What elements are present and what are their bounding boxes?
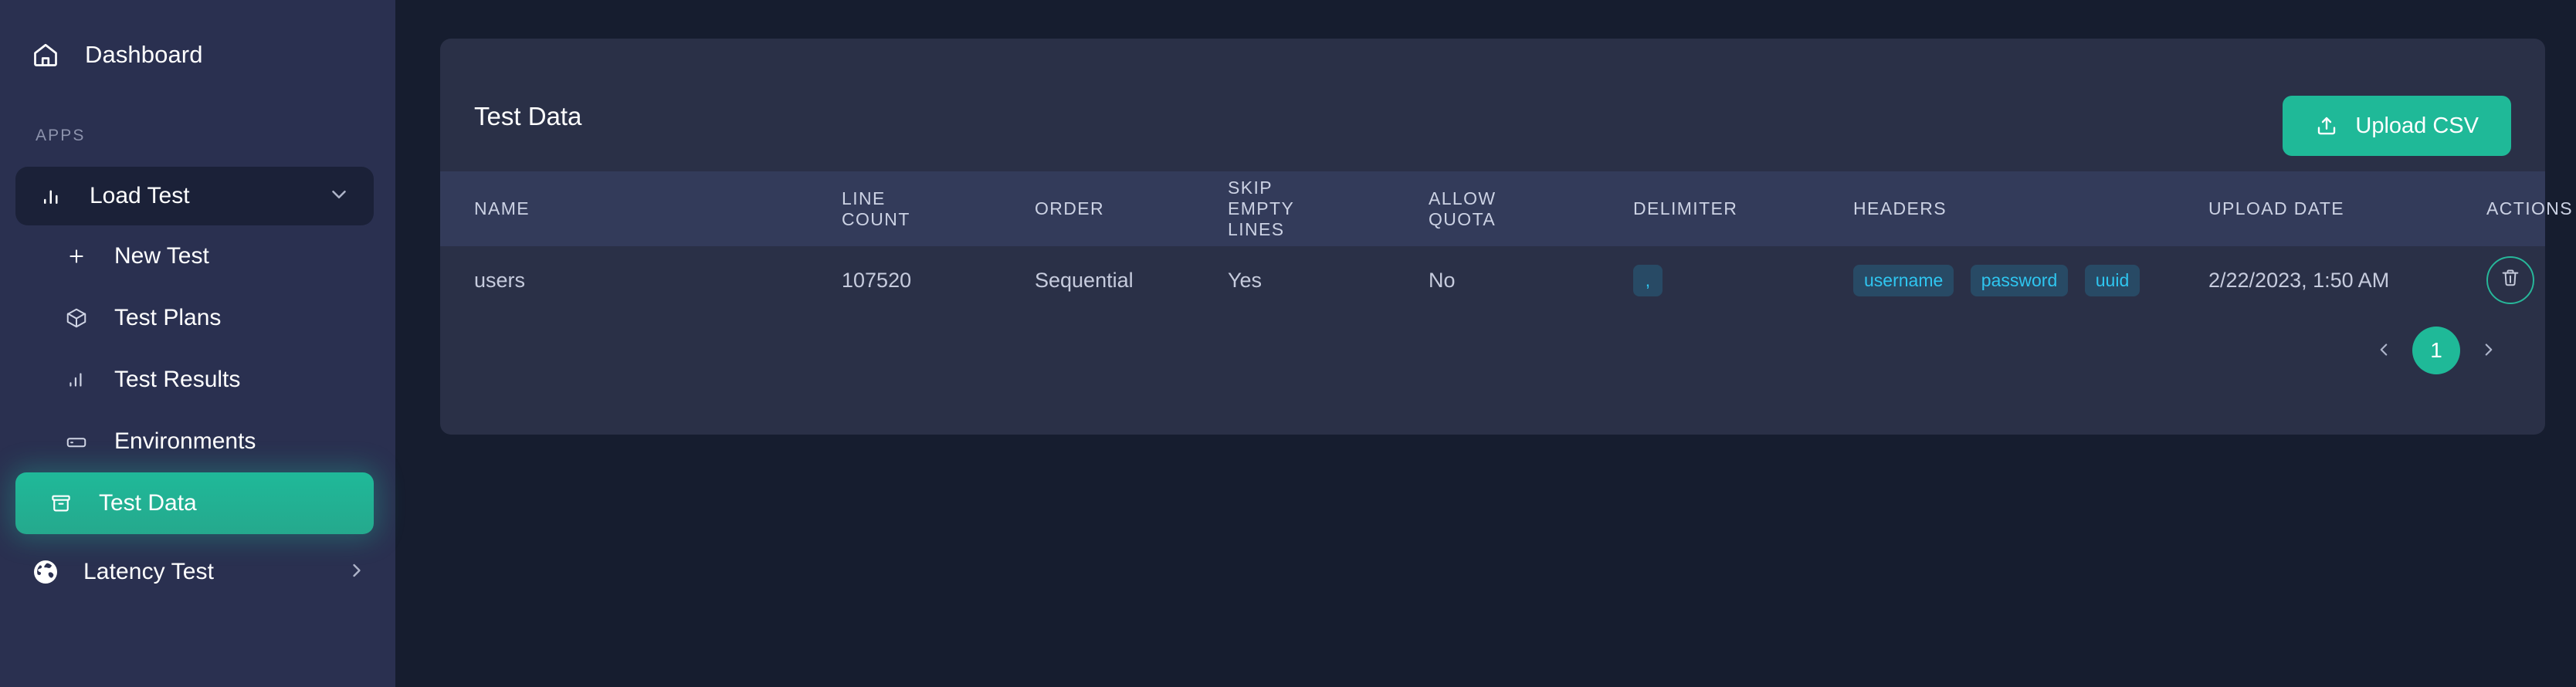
package-icon [63, 305, 90, 331]
cell-skip-empty-lines: Yes [1228, 268, 1263, 292]
cell-upload-date: 2/22/2023, 1:50 AM [2208, 268, 2390, 292]
pagination-page-1-button[interactable]: 1 [2412, 327, 2460, 374]
sidebar-item-label-test-data: Test Data [99, 490, 197, 516]
sidebar-group-label-latency-test: Latency Test [83, 559, 215, 584]
archive-icon [48, 490, 74, 516]
upload-csv-button[interactable]: Upload CSV [2283, 96, 2511, 156]
column-header-order: ORDER [1035, 198, 1105, 219]
header-chip: username [1853, 264, 1954, 296]
globe-icon [31, 557, 60, 587]
page-title: Test Data [474, 102, 582, 130]
sidebar-item-label-new-test: New Test [114, 243, 209, 269]
bar-chart-icon [37, 181, 66, 211]
main-content: Test Data Upload CSV NAME LINE COUNT ORD… [395, 0, 2576, 687]
column-header-allow-quota: ALLOW QUOTA [1429, 188, 1496, 229]
sidebar: Dashboard APPS Load Test New Test Test P… [0, 0, 395, 687]
card-header: Test Data Upload CSV [440, 39, 2545, 171]
sidebar-section-label-apps: APPS [36, 127, 86, 144]
header-chip: uuid [2084, 264, 2140, 296]
column-header-actions: ACTIONS [2486, 198, 2574, 219]
upload-csv-label: Upload CSV [2355, 113, 2479, 138]
sidebar-item-dashboard[interactable]: Dashboard [0, 26, 395, 83]
cell-order: Sequential [1035, 268, 1134, 292]
delimiter-chip: , [1633, 264, 1663, 296]
pagination: 1 [2360, 327, 2513, 374]
server-icon [63, 428, 90, 455]
table-row: users 107520 Sequential Yes No , usernam… [440, 246, 2545, 314]
pagination-prev-button[interactable] [2360, 327, 2408, 374]
plus-icon [63, 243, 90, 269]
sidebar-group-load-test[interactable]: Load Test [15, 167, 374, 225]
sidebar-item-label-test-results: Test Results [114, 367, 241, 392]
upload-icon [2315, 114, 2338, 137]
header-chip: password [1970, 264, 2069, 296]
chevron-down-icon[interactable] [327, 183, 351, 210]
sidebar-group-latency-test[interactable]: Latency Test [0, 547, 395, 597]
column-header-line-count: LINE COUNT [842, 188, 910, 229]
chevron-right-icon[interactable] [346, 560, 368, 585]
bar-chart-icon [63, 367, 90, 393]
sidebar-item-environments[interactable]: Environments [0, 411, 395, 472]
test-data-card: Test Data Upload CSV NAME LINE COUNT ORD… [440, 39, 2574, 435]
cell-line-count: 107520 [842, 268, 912, 292]
sidebar-item-label-dashboard: Dashboard [85, 41, 203, 68]
column-header-delimiter: DELIMITER [1633, 198, 1738, 219]
sidebar-group-label-load-test: Load Test [90, 183, 190, 208]
column-header-skip-empty-lines: SKIP EMPTY LINES [1228, 178, 1294, 240]
table-header-row: NAME LINE COUNT ORDER SKIP EMPTY LINES A… [440, 171, 2574, 247]
sidebar-item-test-plans[interactable]: Test Plans [0, 287, 395, 349]
trash-icon [2500, 267, 2521, 294]
sidebar-item-label-test-plans: Test Plans [114, 305, 222, 330]
sidebar-item-new-test[interactable]: New Test [0, 225, 395, 287]
sidebar-item-test-results[interactable]: Test Results [0, 349, 395, 411]
cell-headers: username password uuid [1853, 246, 2208, 314]
home-icon [31, 40, 60, 69]
column-header-name: NAME [474, 198, 530, 219]
chevron-left-icon [2374, 340, 2394, 362]
cell-name: users [474, 268, 526, 292]
pagination-next-button[interactable] [2465, 327, 2513, 374]
app-root: Dashboard APPS Load Test New Test Test P… [0, 0, 2576, 687]
column-header-headers: HEADERS [1853, 198, 1947, 219]
cell-actions [2486, 246, 2545, 314]
test-data-table: NAME LINE COUNT ORDER SKIP EMPTY LINES A… [440, 171, 2574, 314]
cell-allow-quota: No [1429, 268, 1456, 292]
sidebar-item-label-environments: Environments [114, 428, 256, 454]
column-header-upload-date: UPLOAD DATE [2208, 198, 2345, 219]
chevron-right-icon [2479, 340, 2499, 362]
cell-delimiter: , [1633, 246, 1853, 314]
delete-row-button[interactable] [2486, 256, 2534, 305]
sidebar-item-test-data[interactable]: Test Data [15, 472, 374, 534]
